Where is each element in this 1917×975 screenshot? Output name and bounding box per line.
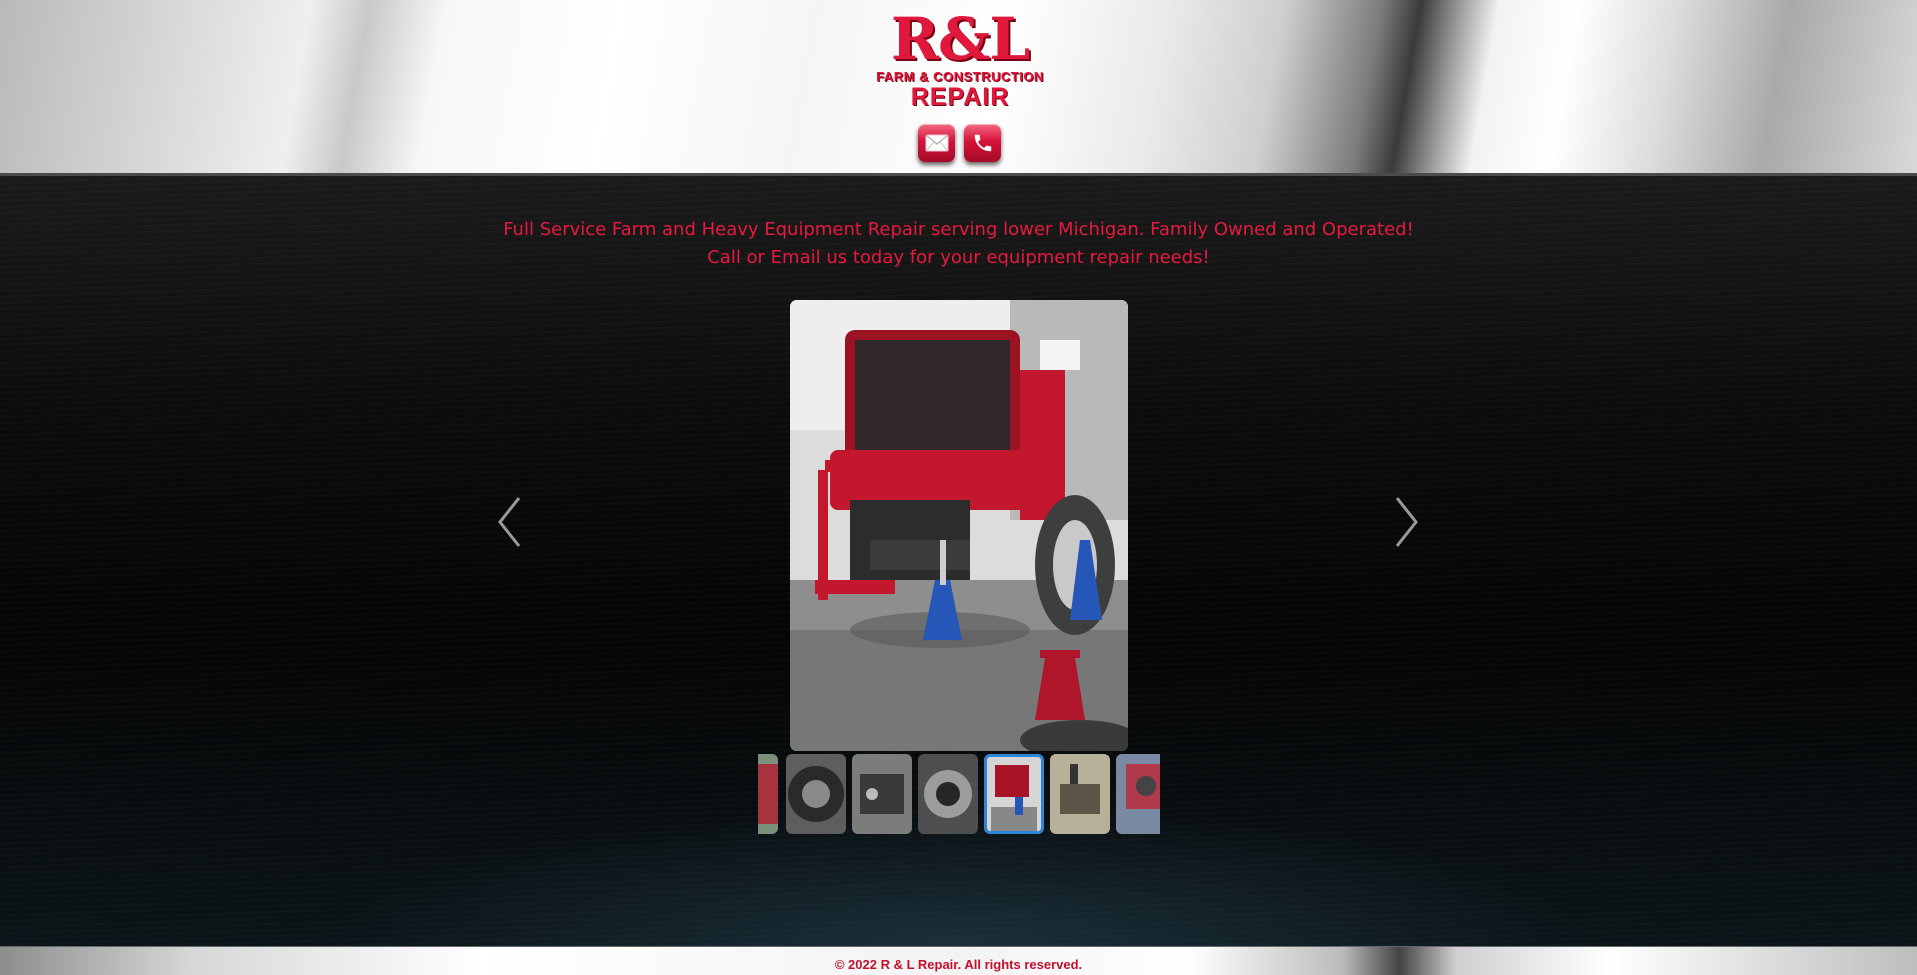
site-footer: © 2022 R & L Repair. All rights reserved… bbox=[0, 946, 1917, 975]
thumbnail-strip bbox=[758, 750, 1160, 836]
thumbnail-image bbox=[758, 754, 778, 834]
slider-next-button[interactable] bbox=[1390, 494, 1422, 550]
site-header: R&L FARM & CONSTRUCTION REPAIR bbox=[0, 0, 1917, 176]
thumbnail-image bbox=[852, 754, 912, 834]
logo-subtitle: FARM & CONSTRUCTION bbox=[876, 69, 1044, 84]
thumbnail[interactable] bbox=[918, 754, 978, 834]
chevron-right-icon bbox=[1395, 497, 1418, 547]
thumbnail-image bbox=[1116, 754, 1160, 834]
thumbnail[interactable] bbox=[852, 754, 912, 834]
copyright-text: © 2022 R & L Repair. All rights reserved… bbox=[834, 957, 1083, 972]
thumbnail[interactable] bbox=[786, 754, 846, 834]
intro-line-1: Full Service Farm and Heavy Equipment Re… bbox=[503, 219, 1414, 240]
slider-prev-button[interactable] bbox=[494, 494, 526, 550]
logo[interactable]: R&L FARM & CONSTRUCTION REPAIR bbox=[866, 8, 1054, 114]
intro-line-2: Call or Email us today for your equipmen… bbox=[707, 247, 1210, 268]
main-content: Full Service Farm and Heavy Equipment Re… bbox=[0, 176, 1917, 946]
slider-main-image[interactable] bbox=[790, 300, 1128, 751]
thumbnail[interactable] bbox=[758, 754, 778, 834]
chevron-left-icon bbox=[498, 497, 521, 547]
logo-title: R&L bbox=[890, 5, 1030, 73]
thumbnail[interactable] bbox=[1116, 754, 1160, 834]
tractor-repair-photo bbox=[790, 300, 1128, 751]
thumbnail-image bbox=[786, 754, 846, 834]
thumbnail-image bbox=[987, 757, 1041, 831]
logo-tagline: REPAIR bbox=[910, 83, 1010, 111]
phone-button[interactable] bbox=[964, 124, 1001, 162]
email-button[interactable] bbox=[918, 124, 955, 162]
thumbnail-image bbox=[918, 754, 978, 834]
envelope-icon bbox=[925, 134, 948, 152]
thumbnail-image bbox=[1050, 754, 1110, 834]
thumbnail[interactable] bbox=[1050, 754, 1110, 834]
thumbnail-active[interactable] bbox=[984, 754, 1044, 834]
phone-icon bbox=[974, 134, 991, 152]
